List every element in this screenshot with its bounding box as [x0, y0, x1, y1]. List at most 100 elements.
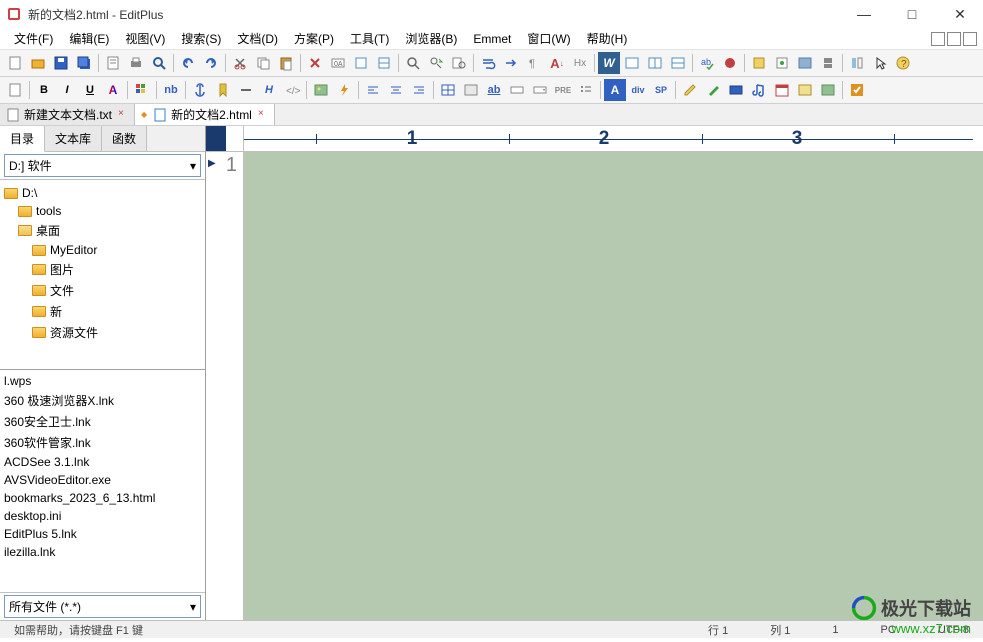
- drive-combobox[interactable]: D:] 软件 ▾: [4, 154, 201, 177]
- image-icon[interactable]: [310, 79, 332, 101]
- menu-search[interactable]: 搜索(S): [173, 28, 229, 49]
- file-list[interactable]: l.wps 360 极速浏览器X.lnk 360安全卫士.lnk 360软件管家…: [0, 370, 205, 592]
- html-doc-icon[interactable]: [4, 79, 26, 101]
- hex-icon[interactable]: 0A: [327, 52, 349, 74]
- preview-icon[interactable]: [148, 52, 170, 74]
- new-file-icon[interactable]: [4, 52, 26, 74]
- paste-icon[interactable]: [275, 52, 297, 74]
- bookmark-icon[interactable]: [212, 79, 234, 101]
- tag-close-icon[interactable]: </>: [281, 79, 303, 101]
- invisibles-icon[interactable]: ¶: [523, 52, 545, 74]
- doc-icon[interactable]: [102, 52, 124, 74]
- align-center-icon[interactable]: [385, 79, 407, 101]
- menu-document[interactable]: 文档(D): [229, 28, 286, 49]
- hex-view-icon[interactable]: Hx: [569, 52, 591, 74]
- folder-item[interactable]: tools: [0, 202, 205, 220]
- tab-file-2[interactable]: 新的文档2.html ×: [135, 104, 275, 125]
- layout-2-icon[interactable]: [644, 52, 666, 74]
- file-item[interactable]: EditPlus 5.lnk: [0, 525, 205, 543]
- delete-icon[interactable]: [304, 52, 326, 74]
- tool-a-icon[interactable]: [350, 52, 372, 74]
- file-item[interactable]: ACDSee 3.1.lnk: [0, 453, 205, 471]
- file-item[interactable]: AVSVideoEditor.exe: [0, 471, 205, 489]
- undo-icon[interactable]: [177, 52, 199, 74]
- redo-icon[interactable]: [200, 52, 222, 74]
- object-icon[interactable]: [817, 79, 839, 101]
- file-item[interactable]: l.wps: [0, 372, 205, 390]
- color-picker-icon[interactable]: [131, 79, 153, 101]
- nbsp-button[interactable]: nb: [160, 79, 182, 101]
- folder-item[interactable]: D:\: [0, 184, 205, 202]
- tab-file-1[interactable]: 新建文本文档.txt ×: [0, 104, 135, 125]
- music-icon[interactable]: [748, 79, 770, 101]
- folder-item[interactable]: 桌面: [0, 220, 205, 241]
- spellcheck-icon[interactable]: ab: [696, 52, 718, 74]
- open-file-icon[interactable]: [27, 52, 49, 74]
- underline-button[interactable]: U: [79, 79, 101, 101]
- div-button[interactable]: div: [627, 79, 649, 101]
- media-icon[interactable]: [725, 79, 747, 101]
- code-editor[interactable]: [244, 152, 983, 620]
- file-item[interactable]: 360 极速浏览器X.lnk: [0, 390, 205, 411]
- options-icon[interactable]: [771, 52, 793, 74]
- validate-icon[interactable]: [846, 79, 868, 101]
- menu-emmet[interactable]: Emmet: [465, 30, 519, 48]
- menu-view[interactable]: 视图(V): [117, 28, 173, 49]
- font-a-button[interactable]: A: [604, 79, 626, 101]
- ftp-icon[interactable]: [817, 52, 839, 74]
- tab-close-icon[interactable]: ×: [118, 108, 130, 120]
- panel-tab-directory[interactable]: 目录: [0, 126, 45, 152]
- mdi-restore-icon[interactable]: [947, 32, 961, 46]
- brush-icon[interactable]: [702, 79, 724, 101]
- file-item[interactable]: desktop.ini: [0, 507, 205, 525]
- char-icon[interactable]: [794, 79, 816, 101]
- menu-project[interactable]: 方案(P): [286, 28, 342, 49]
- heading-button[interactable]: H: [258, 79, 280, 101]
- table-icon[interactable]: [437, 79, 459, 101]
- settings-icon[interactable]: [748, 52, 770, 74]
- edit-icon[interactable]: [679, 79, 701, 101]
- span-button[interactable]: SP: [650, 79, 672, 101]
- form-icon[interactable]: [460, 79, 482, 101]
- layout-1-icon[interactable]: [621, 52, 643, 74]
- tab-close-icon[interactable]: ×: [258, 108, 270, 120]
- folder-tree[interactable]: D:\ tools 桌面 MyEditor 图片 文件 新 资源文件: [0, 180, 205, 370]
- menu-help[interactable]: 帮助(H): [579, 28, 636, 49]
- menu-window[interactable]: 窗口(W): [519, 28, 578, 49]
- save-all-icon[interactable]: [73, 52, 95, 74]
- find-in-files-icon[interactable]: [448, 52, 470, 74]
- minimize-button[interactable]: —: [849, 6, 879, 23]
- pre-button[interactable]: PRE: [552, 79, 574, 101]
- file-item[interactable]: 360安全卫士.lnk: [0, 411, 205, 432]
- mdi-minimize-icon[interactable]: [931, 32, 945, 46]
- mdi-close-icon[interactable]: [963, 32, 977, 46]
- file-item[interactable]: 360软件管家.lnk: [0, 432, 205, 453]
- file-item[interactable]: bookmarks_2023_6_13.html: [0, 489, 205, 507]
- calendar-icon[interactable]: [771, 79, 793, 101]
- file-filter-combobox[interactable]: 所有文件 (*.*) ▾: [4, 595, 201, 618]
- find-icon[interactable]: [402, 52, 424, 74]
- help-icon[interactable]: ?: [892, 52, 914, 74]
- print-icon[interactable]: [125, 52, 147, 74]
- record-macro-icon[interactable]: [719, 52, 741, 74]
- column-select-icon[interactable]: [846, 52, 868, 74]
- file-item[interactable]: ilezilla.lnk: [0, 543, 205, 561]
- save-icon[interactable]: [50, 52, 72, 74]
- hr-icon[interactable]: [235, 79, 257, 101]
- flash-icon[interactable]: [333, 79, 355, 101]
- layout-3-icon[interactable]: [667, 52, 689, 74]
- pointer-icon[interactable]: [869, 52, 891, 74]
- replace-icon[interactable]: [425, 52, 447, 74]
- panel-tab-functions[interactable]: 函数: [102, 126, 147, 151]
- anchor-link-icon[interactable]: [189, 79, 211, 101]
- bold-button[interactable]: B: [33, 79, 55, 101]
- tool-b-icon[interactable]: [373, 52, 395, 74]
- copy-icon[interactable]: [252, 52, 274, 74]
- align-right-icon[interactable]: [408, 79, 430, 101]
- folder-item[interactable]: 文件: [0, 280, 205, 301]
- ab-button[interactable]: ab: [483, 79, 505, 101]
- menu-edit[interactable]: 编辑(E): [61, 28, 117, 49]
- wordwrap-icon[interactable]: [477, 52, 499, 74]
- browser-w-icon[interactable]: W: [598, 52, 620, 74]
- folder-item[interactable]: 资源文件: [0, 322, 205, 343]
